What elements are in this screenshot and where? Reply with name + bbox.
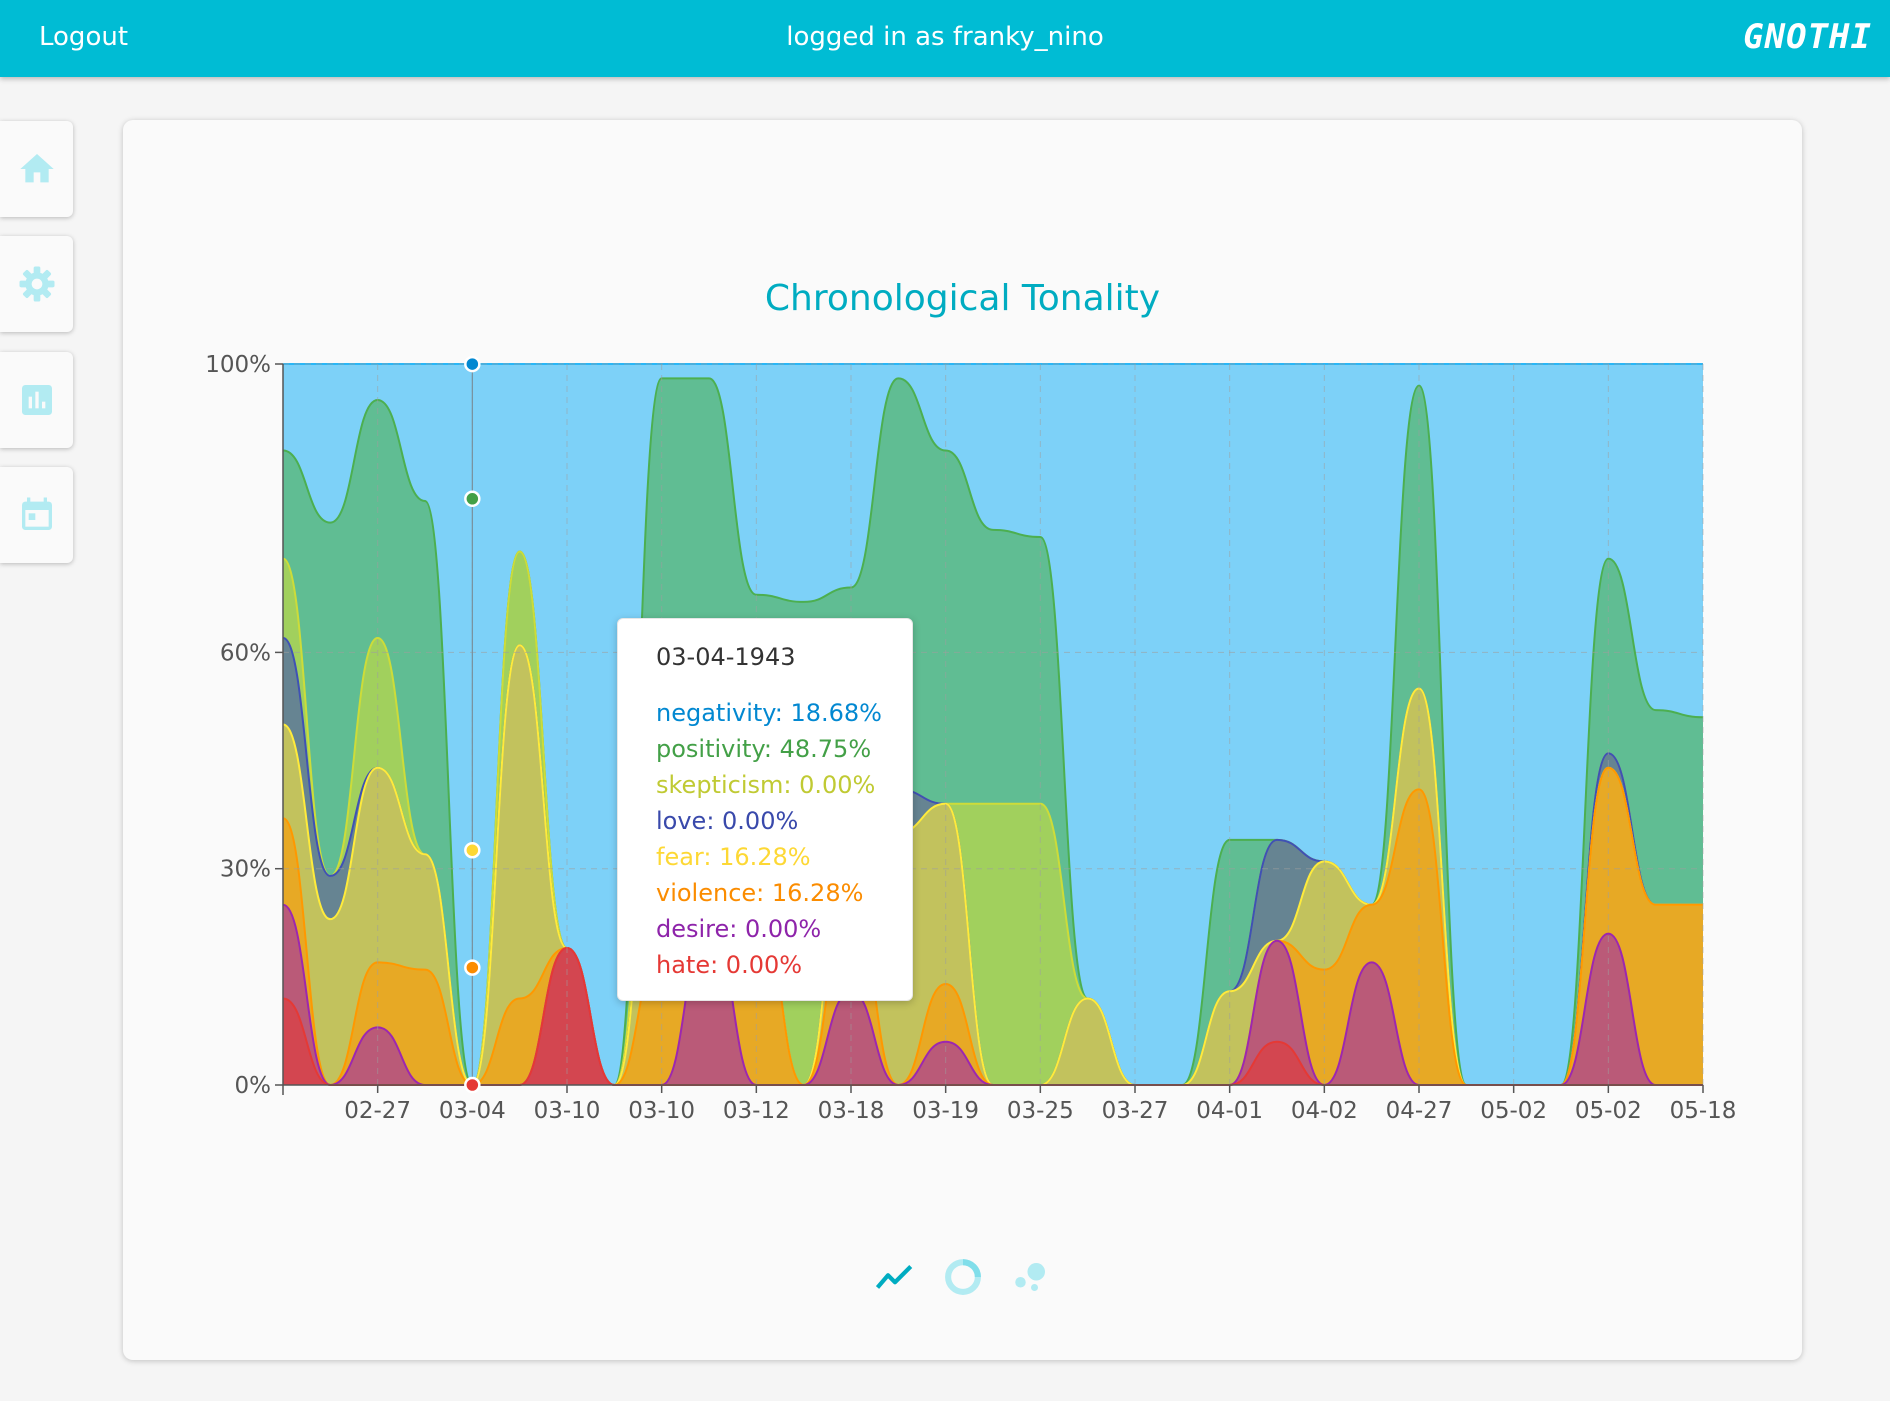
hover-point-fear[interactable] xyxy=(464,841,481,859)
tooltip-row-skepticism: skepticism: 0.00% xyxy=(656,771,876,799)
x-tick-label: 03-19 xyxy=(912,1098,979,1124)
logout-button[interactable]: Logout xyxy=(39,22,128,52)
x-tick-label: 03-12 xyxy=(723,1098,790,1124)
x-tick-label: 03-25 xyxy=(1007,1098,1074,1124)
chart-tooltip: 03-04-1943 negativity: 18.68% positivity… xyxy=(617,618,913,1001)
hover-point-hate[interactable] xyxy=(464,1076,481,1094)
donut-chart-icon xyxy=(944,1259,981,1295)
x-tick-label: 03-27 xyxy=(1102,1098,1169,1124)
line-chart-button[interactable] xyxy=(874,1256,916,1298)
x-tick-label: 04-27 xyxy=(1386,1098,1453,1124)
sidebar-item-settings[interactable] xyxy=(0,236,73,332)
bubble-chart-button[interactable] xyxy=(1010,1256,1052,1298)
tooltip-row-negativity: negativity: 18.68% xyxy=(656,699,882,727)
x-tick-label: 04-01 xyxy=(1196,1098,1263,1124)
hover-point-violence[interactable] xyxy=(464,959,481,976)
chart-view-switch xyxy=(123,1256,1802,1298)
tooltip-row-violence: violence: 16.28% xyxy=(656,879,864,907)
top-app-bar: Logout logged in as franky_nino GNOTHI xyxy=(0,0,1890,77)
x-tick-label: 04-02 xyxy=(1291,1098,1358,1124)
x-tick-label: 05-02 xyxy=(1480,1098,1547,1124)
x-tick-label: 02-27 xyxy=(344,1098,411,1124)
hover-point-negativity[interactable] xyxy=(464,355,481,373)
x-tick-label: 03-10 xyxy=(628,1098,695,1124)
calendar-icon xyxy=(21,497,52,530)
tooltip-row-fear: fear: 16.28% xyxy=(656,843,811,871)
y-tick-label: 100% xyxy=(205,352,271,378)
x-tick-label: 03-18 xyxy=(818,1098,885,1124)
y-tick-label: 30% xyxy=(220,857,271,883)
line-chart-icon xyxy=(875,1265,912,1289)
tooltip-row-positivity: positivity: 48.75% xyxy=(656,735,872,763)
tonality-area-chart[interactable]: 0% 30% 60% 100% 02-27 03-04 03-10 03-10 03-12 03-… xyxy=(123,120,1802,1360)
hover-point-positivity[interactable] xyxy=(464,490,481,508)
x-tick-label: 05-18 xyxy=(1670,1098,1737,1124)
gear-icon xyxy=(19,266,54,302)
donut-chart-button[interactable] xyxy=(942,1256,984,1298)
x-tick-label: 05-02 xyxy=(1575,1098,1642,1124)
sidebar-item-calendar[interactable] xyxy=(0,467,73,563)
bubble-chart-icon xyxy=(1014,1263,1045,1291)
brand-logo[interactable]: GNOTHI xyxy=(1743,17,1872,57)
bar-chart-icon xyxy=(21,385,52,415)
login-status: logged in as franky_nino xyxy=(786,22,1104,52)
x-tick-label: 03-04 xyxy=(439,1098,506,1124)
tooltip-row-hate: hate: 0.00% xyxy=(656,951,803,979)
tooltip-row-love: love: 0.00% xyxy=(656,807,799,835)
tooltip-row-desire: desire: 0.00% xyxy=(656,915,822,943)
sidebar-item-home[interactable] xyxy=(0,121,73,217)
y-tick-label: 60% xyxy=(220,640,271,666)
y-tick-label: 0% xyxy=(235,1073,272,1099)
home-icon xyxy=(19,154,54,183)
x-tick-label: 03-10 xyxy=(534,1098,601,1124)
chart-card: Chronological Tonality 0% 30% 60% 100% 02-27… xyxy=(123,120,1802,1360)
sidebar-item-stats[interactable] xyxy=(0,352,73,448)
tooltip-date: 03-04-1943 xyxy=(656,643,796,671)
